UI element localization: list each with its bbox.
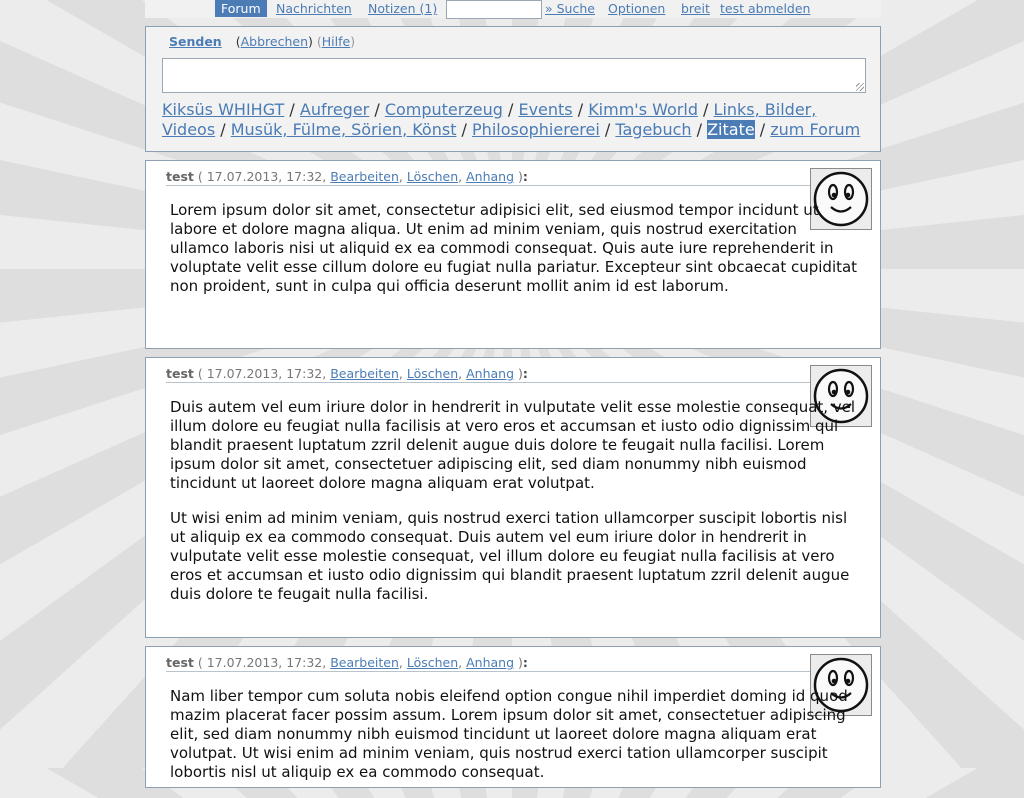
- post-header-colon: :: [522, 169, 528, 184]
- delete-link[interactable]: Löschen: [407, 366, 458, 381]
- category-separator: /: [572, 100, 589, 119]
- category-link[interactable]: Philosophiererei: [472, 120, 600, 139]
- help-link[interactable]: Hilfe: [322, 34, 350, 49]
- category-link[interactable]: Tagebuch: [615, 120, 691, 139]
- post-body: Duis autem vel eum iriure dolor in hendr…: [170, 398, 860, 620]
- category-separator: /: [599, 119, 616, 139]
- category-separator: /: [284, 100, 300, 119]
- nav-logout[interactable]: test abmelden: [720, 0, 810, 18]
- post-paragraph: Lorem ipsum dolor sit amet, consectetur …: [170, 201, 858, 295]
- post-date: ( 17.07.2013, 17:32,: [197, 169, 327, 184]
- post-date: ( 17.07.2013, 17:32,: [197, 655, 327, 670]
- category-separator: /: [754, 119, 771, 139]
- form-actions: Senden (Abbrechen) (Hilfe): [169, 34, 355, 49]
- top-nav: Forum Nachrichten Notizen (1) » Suche Op…: [145, 0, 881, 19]
- category-link[interactable]: zum Forum: [770, 120, 860, 139]
- attach-link[interactable]: Anhang: [466, 366, 514, 381]
- post-header: test ( 17.07.2013, 17:32, Bearbeiten, Lö…: [166, 366, 812, 383]
- post-header: test ( 17.07.2013, 17:32, Bearbeiten, Lö…: [166, 655, 812, 672]
- edit-link[interactable]: Bearbeiten: [330, 655, 399, 670]
- post-paragraph: Ut wisi enim ad minim veniam, quis nostr…: [170, 509, 850, 603]
- category-link[interactable]: Zitate: [707, 119, 755, 139]
- edit-link[interactable]: Bearbeiten: [330, 366, 399, 381]
- message-textarea[interactable]: [162, 58, 866, 93]
- search-input[interactable]: [446, 0, 542, 19]
- delete-link[interactable]: Löschen: [407, 655, 458, 670]
- category-separator: /: [215, 119, 231, 139]
- edit-link[interactable]: Bearbeiten: [330, 169, 399, 184]
- post-form: Senden (Abbrechen) (Hilfe) Kiksüs WHIHGT …: [145, 26, 881, 152]
- category-link[interactable]: Aufreger: [300, 100, 369, 119]
- category-separator: /: [369, 100, 385, 119]
- nav-notes[interactable]: Notizen (1): [368, 0, 437, 18]
- post-author: test: [166, 169, 194, 184]
- category-separator: /: [456, 119, 473, 139]
- post-paragraph: Duis autem vel eum iriure dolor in hendr…: [170, 398, 856, 492]
- category-links: Kiksüs WHIHGT / Aufreger / Computerzeug …: [162, 100, 872, 139]
- post: test ( 17.07.2013, 17:32, Bearbeiten, Lö…: [145, 646, 881, 788]
- post-body: Nam liber tempor cum soluta nobis eleife…: [170, 687, 860, 798]
- resize-grip-icon[interactable]: [856, 83, 864, 91]
- post-author: test: [166, 366, 194, 381]
- help-wrap: (Hilfe): [316, 34, 356, 49]
- send-button[interactable]: Senden: [169, 34, 222, 49]
- nav-forum[interactable]: Forum: [215, 0, 267, 17]
- nav-options[interactable]: Optionen: [608, 0, 665, 18]
- attach-link[interactable]: Anhang: [466, 655, 514, 670]
- post: test ( 17.07.2013, 17:32, Bearbeiten, Lö…: [145, 357, 881, 638]
- post: test ( 17.07.2013, 17:32, Bearbeiten, Lö…: [145, 160, 881, 349]
- nav-messages[interactable]: Nachrichten: [276, 0, 352, 18]
- post-header-colon: :: [522, 655, 528, 670]
- post-date: ( 17.07.2013, 17:32,: [197, 366, 327, 381]
- category-separator: /: [691, 119, 708, 139]
- cancel-link[interactable]: Abbrechen: [241, 34, 308, 49]
- category-link[interactable]: Kiksüs WHIHGT: [162, 100, 284, 119]
- post-body: Lorem ipsum dolor sit amet, consectetur …: [170, 201, 860, 312]
- post-header-colon: :: [522, 366, 528, 381]
- category-link[interactable]: Kimm's World: [588, 100, 698, 119]
- category-link[interactable]: Musük, Fülme, Sörien, Könst: [231, 120, 457, 139]
- category-link[interactable]: Computerzeug: [385, 100, 503, 119]
- nav-search[interactable]: » Suche: [545, 0, 595, 18]
- category-link[interactable]: Events: [518, 100, 572, 119]
- post-author: test: [166, 655, 194, 670]
- post-header: test ( 17.07.2013, 17:32, Bearbeiten, Lö…: [166, 169, 812, 186]
- paren-close: ): [308, 34, 313, 49]
- attach-link[interactable]: Anhang: [466, 169, 514, 184]
- nav-wide[interactable]: breit: [681, 0, 710, 18]
- category-separator: /: [502, 100, 519, 119]
- delete-link[interactable]: Löschen: [407, 169, 458, 184]
- category-separator: /: [697, 100, 714, 119]
